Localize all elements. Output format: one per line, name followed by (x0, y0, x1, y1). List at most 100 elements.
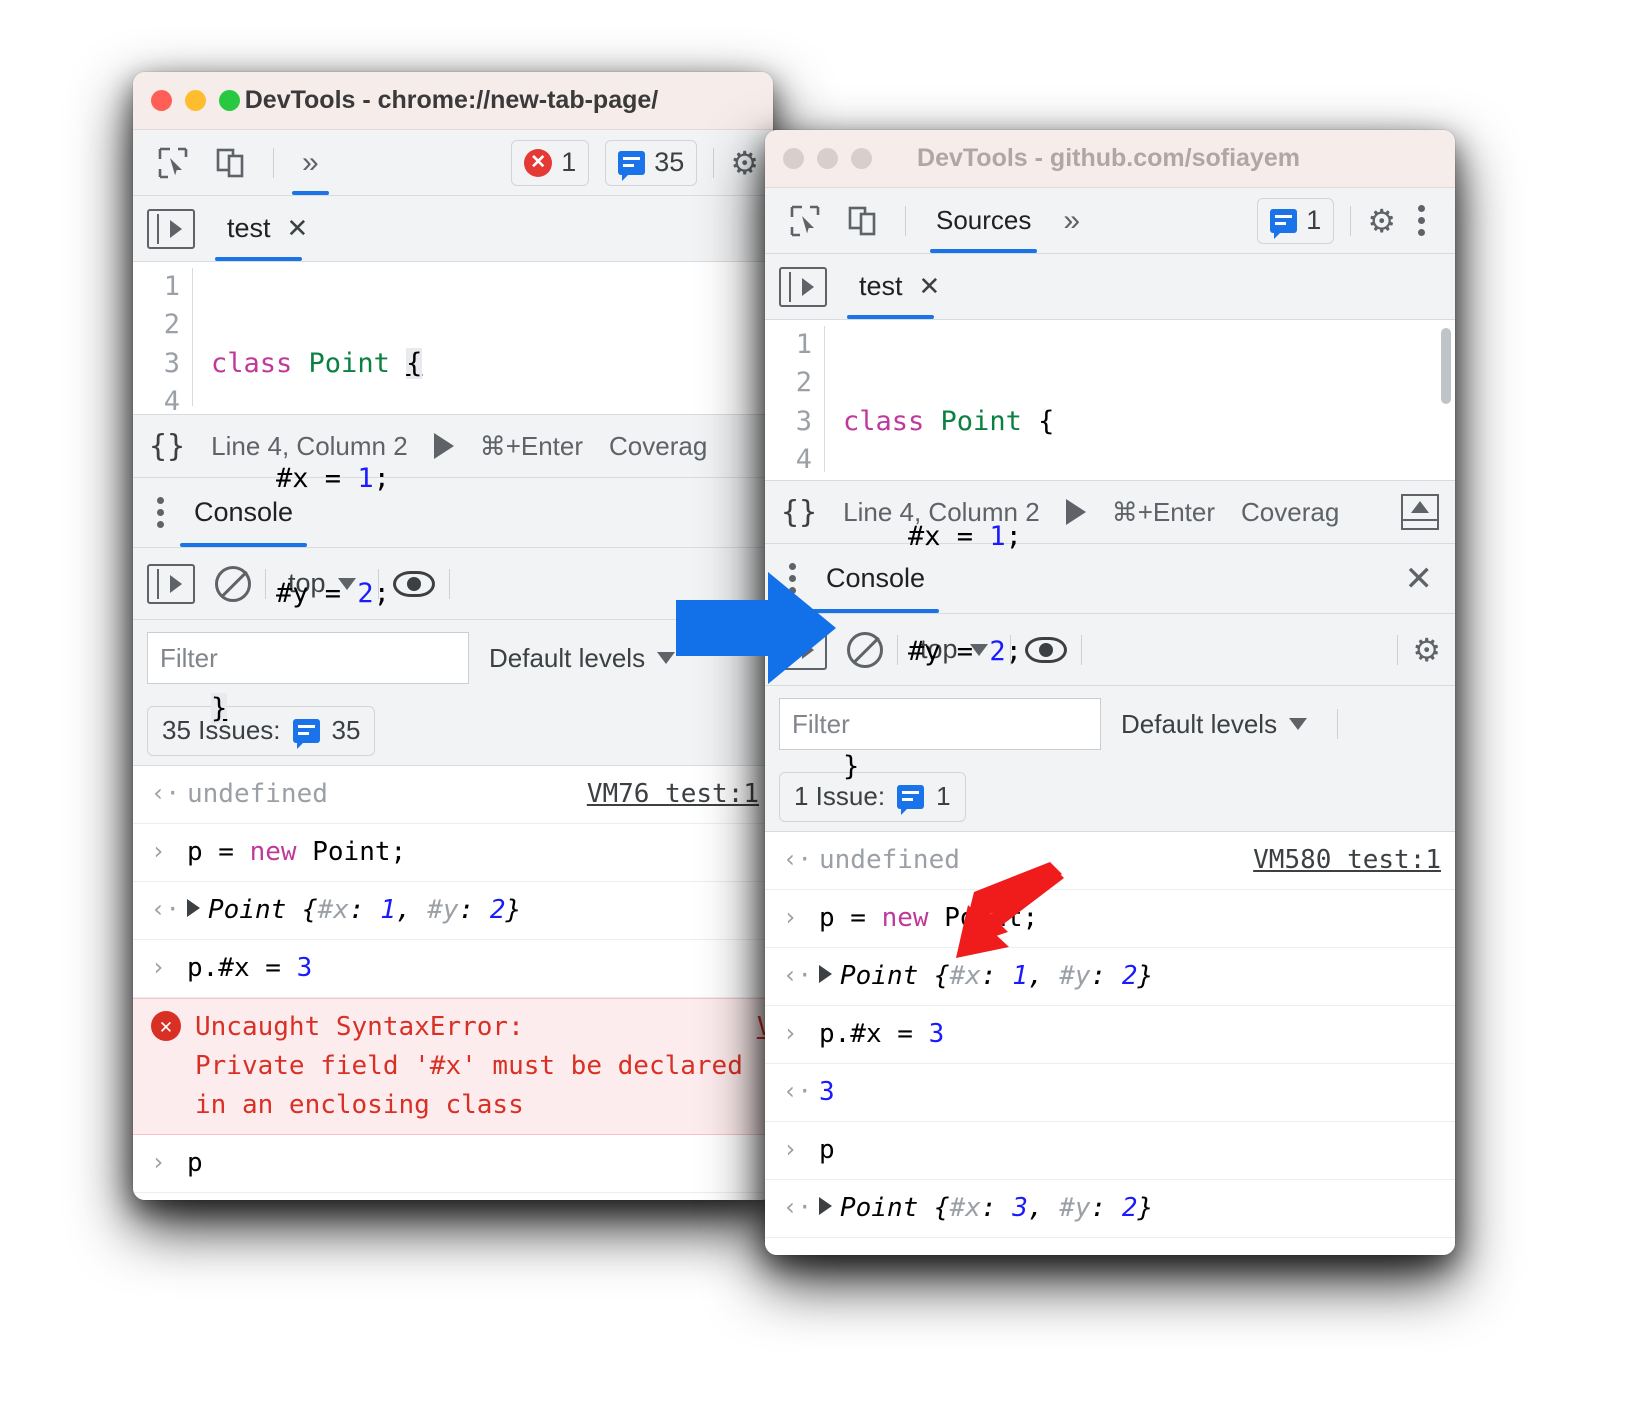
message-text: Point {#x: 1, #y: 2} (187, 891, 759, 930)
message-text: p = new Point; (819, 903, 1038, 933)
message-text: p = new Point; (187, 837, 407, 867)
console-message-row[interactable]: › p = new Point; (133, 824, 773, 882)
right-console-tabbar[interactable]: Console ✕ (765, 544, 1455, 614)
console-prompt[interactable]: › (765, 1238, 1455, 1255)
clear-console-icon[interactable] (215, 565, 251, 602)
expand-triangle-icon[interactable] (819, 1197, 832, 1215)
show-drawer-icon[interactable] (1401, 494, 1439, 530)
issue-counter[interactable]: 35 (605, 139, 698, 186)
coverage-label[interactable]: Coverag (1241, 497, 1339, 528)
file-tab-test[interactable]: test ✕ (847, 255, 952, 319)
run-snippet-icon[interactable] (1065, 499, 1086, 525)
format-code-icon[interactable]: {} (149, 429, 185, 464)
console-message-row[interactable]: ‹· undefined VM580 test:1 (765, 832, 1455, 890)
expand-triangle-icon[interactable] (187, 899, 200, 917)
error-count: 1 (561, 147, 577, 177)
console-message-row[interactable]: ‹· undefined VM76 test:1 (133, 766, 773, 824)
devtools-window-after[interactable]: DevTools - github.com/sofiayem Sources »… (765, 130, 1455, 1255)
device-toolbar-icon[interactable] (205, 138, 257, 188)
left-file-tabbar[interactable]: test ✕ (133, 196, 773, 262)
console-message-row[interactable]: ‹· Point {#x: 1, #y: 2} (133, 882, 773, 940)
more-options-icon[interactable] (141, 497, 180, 528)
right-console-messages[interactable]: ‹· undefined VM580 test:1 › p = new Poin… (765, 832, 1455, 1255)
source-link[interactable]: VM580 test:1 (1253, 841, 1441, 880)
code-content[interactable]: class Point { #x = 1; #y = 2; } (193, 268, 423, 724)
console-sidebar-icon[interactable] (779, 266, 827, 307)
tab-sources[interactable]: Sources (922, 189, 1045, 253)
console-message-row[interactable]: ‹· Point {#x: 3, #y: 2} (765, 1180, 1455, 1238)
main-menu-icon[interactable] (1402, 205, 1441, 236)
input-arrow-icon: › (151, 1148, 166, 1176)
more-panels-button[interactable]: » (1051, 189, 1092, 253)
right-code-editor[interactable]: 1 2 3 4 class Point { #x = 1; #y = 2; } (765, 320, 1455, 782)
left-console-tabbar[interactable]: Console (133, 478, 773, 548)
close-window-button[interactable] (783, 148, 804, 169)
error-icon: ✕ (151, 1011, 181, 1041)
console-sidebar-icon[interactable] (147, 563, 195, 604)
source-link[interactable]: VM76 test:1 (587, 775, 759, 814)
left-console-messages[interactable]: ‹· undefined VM76 test:1 › p = new Point… (133, 766, 773, 1200)
coverage-label[interactable]: Coverag (609, 431, 707, 462)
console-message-row[interactable]: › p.#x = 3 (765, 1006, 1455, 1064)
console-message-row[interactable]: ‹· 3 (765, 1064, 1455, 1122)
error-counter[interactable]: ✕ 1 (511, 139, 590, 186)
message-text: p (187, 1148, 203, 1178)
log-levels-dropdown[interactable]: Default levels (1121, 708, 1308, 740)
run-snippet-icon[interactable] (433, 433, 454, 459)
left-code-editor[interactable]: 1 2 3 4 class Point { #x = 1; #y = 2; } (133, 262, 773, 724)
error-icon: ✕ (524, 148, 553, 177)
output-arrow-icon: ‹· (151, 779, 180, 807)
line-number-gutter: 1 2 3 4 (133, 268, 193, 417)
right-devtools-toolbar[interactable]: Sources » 1 ⚙ (765, 188, 1455, 254)
code-line-1: class Point { (843, 405, 1055, 437)
editor-scrollbar[interactable] (1441, 328, 1451, 404)
zoom-window-button[interactable] (851, 148, 872, 169)
console-message-row[interactable]: ‹· Point {#x: 1, #y: 2} (765, 948, 1455, 1006)
gear-icon[interactable]: ⚙ (730, 147, 759, 179)
left-traffic-lights[interactable] (151, 90, 240, 111)
close-window-button[interactable] (151, 90, 172, 111)
output-arrow-icon: ‹· (783, 1193, 812, 1221)
clear-console-icon[interactable] (847, 631, 883, 668)
toolbar-divider (273, 147, 274, 178)
message-text: p (819, 1135, 835, 1165)
left-titlebar[interactable]: DevTools - chrome://new-tab-page/ (133, 72, 773, 130)
inspect-cursor-icon[interactable] (779, 196, 831, 246)
console-message-row[interactable]: › p = new Point; (765, 890, 1455, 948)
close-icon[interactable]: ✕ (287, 213, 309, 244)
issue-counter[interactable]: 1 (1257, 197, 1335, 244)
inspect-cursor-icon[interactable] (147, 138, 199, 188)
zoom-window-button[interactable] (219, 90, 240, 111)
close-icon[interactable]: ✕ (919, 271, 941, 302)
console-message-row[interactable]: › p.#x = 3 (133, 940, 773, 998)
expand-triangle-icon[interactable] (819, 965, 832, 983)
console-divider-4 (1397, 634, 1399, 665)
code-content[interactable]: class Point { #x = 1; #y = 2; } (825, 326, 1055, 782)
right-file-tabbar[interactable]: test ✕ (765, 254, 1455, 320)
format-code-icon[interactable]: {} (781, 495, 817, 530)
minimize-window-button[interactable] (817, 148, 838, 169)
console-divider-3 (448, 568, 450, 599)
device-toolbar-icon[interactable] (837, 196, 889, 246)
run-shortcut-label: ⌘+Enter (479, 430, 584, 461)
log-levels-label: Default levels (489, 642, 646, 673)
close-icon[interactable]: ✕ (1383, 559, 1456, 599)
gear-icon[interactable]: ⚙ (1412, 634, 1441, 666)
console-message-row[interactable]: › p (765, 1122, 1455, 1180)
left-devtools-toolbar[interactable]: » ✕ 1 35 ⚙ (133, 130, 773, 196)
console-message-row[interactable]: ‹· Point {#x: 1, #y: 2} (133, 1193, 773, 1200)
minimize-window-button[interactable] (185, 90, 206, 111)
right-titlebar[interactable]: DevTools - github.com/sofiayem (765, 130, 1455, 188)
log-levels-label: Default levels (1121, 708, 1278, 739)
tab-console[interactable]: Console (180, 479, 308, 547)
file-tab-test[interactable]: test ✕ (215, 197, 320, 261)
console-error-row[interactable]: ✕ Uncaught SyntaxError: Private field '#… (133, 998, 773, 1135)
right-traffic-lights[interactable] (783, 148, 872, 169)
before-after-arrow (676, 572, 836, 684)
gear-icon[interactable]: ⚙ (1367, 205, 1396, 237)
output-arrow-icon: ‹· (151, 895, 180, 923)
more-panels-button[interactable]: » (290, 131, 331, 195)
console-message-row[interactable]: › p (133, 1135, 773, 1193)
console-sidebar-icon[interactable] (147, 208, 195, 249)
log-levels-dropdown[interactable]: Default levels (489, 642, 676, 674)
